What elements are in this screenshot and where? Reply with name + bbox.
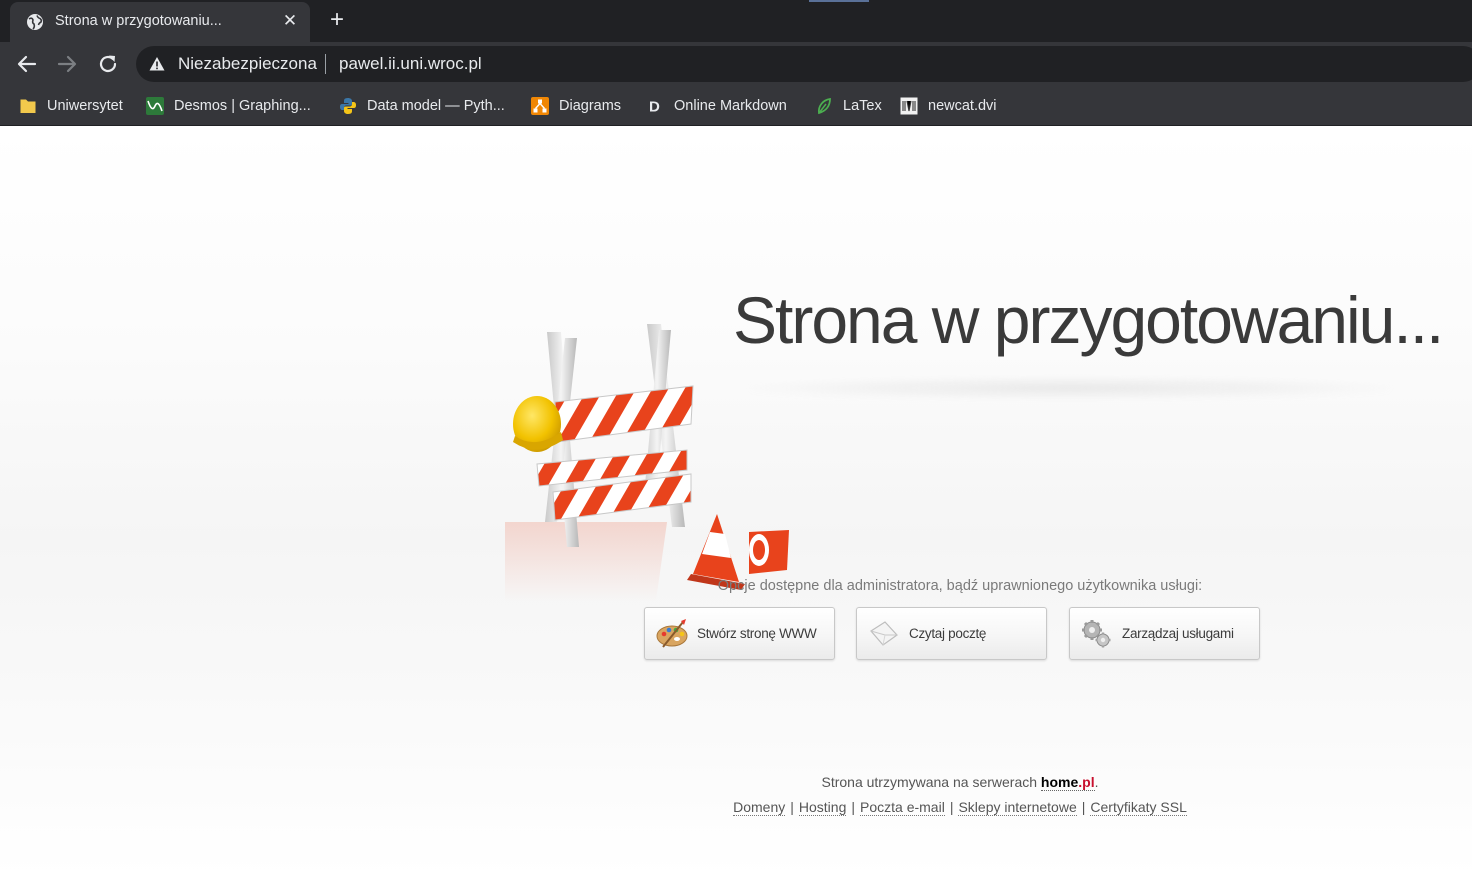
diagrams-icon: [531, 97, 549, 115]
warning-triangle-icon[interactable]: [149, 56, 165, 72]
gears-icon: [1082, 619, 1111, 647]
manage-services-label: Zarządzaj usługami: [1122, 626, 1234, 641]
svg-text:D: D: [649, 99, 660, 116]
bookmark-latex[interactable]: LaTex: [815, 96, 882, 116]
bookmark-label: LaTex: [843, 98, 882, 114]
bookmark-online-markdown[interactable]: D Online Markdown: [646, 96, 787, 116]
footer-links: Domeny | Hosting | Poczta e-mail | Sklepy inte…: [640, 799, 1280, 816]
markdown-d-icon: D: [649, 99, 660, 116]
bookmark-desmos[interactable]: Desmos | Graphing...: [146, 96, 311, 116]
footer-separator: |: [949, 799, 954, 815]
browser-toolbar: Niezabezpieczona pawel.ii.uni.wroc.pl: [0, 42, 1472, 86]
bookmarks-bar: Uniwersytet Desmos | Graphing... Data mo…: [0, 86, 1472, 126]
bookmark-label: Desmos | Graphing...: [174, 98, 311, 114]
footer-link-hosting[interactable]: Hosting: [798, 799, 847, 816]
document-icon: [900, 97, 918, 115]
brand-home: home: [1040, 774, 1079, 790]
back-arrow-icon[interactable]: [15, 52, 39, 76]
bookmark-label: Online Markdown: [674, 98, 787, 114]
forward-arrow-icon[interactable]: [55, 52, 79, 76]
python-icon: [340, 98, 356, 114]
bookmark-label: Data model — Pyth...: [367, 98, 505, 114]
tab-strip: Strona w przygotowaniu... ✕ +: [0, 0, 1472, 42]
globe-icon: [27, 14, 43, 30]
folder-icon: [20, 99, 36, 113]
omnibox-divider: [325, 54, 326, 74]
footer-link-ssl[interactable]: Certyfikaty SSL: [1090, 799, 1187, 816]
admin-options-label: Opcje dostępne dla administratora, bądź …: [717, 578, 1203, 594]
close-tab-icon[interactable]: ✕: [280, 11, 300, 31]
page-content: Strona w przygotowaniu... Opcje dostępne…: [0, 127, 1472, 877]
bookmark-newcat-dvi[interactable]: newcat.dvi: [900, 96, 997, 116]
title-reflection: [750, 377, 1390, 399]
new-tab-button[interactable]: +: [325, 8, 349, 32]
footer-link-poczta[interactable]: Poczta e-mail: [860, 799, 945, 816]
bookmark-label: Diagrams: [559, 98, 622, 114]
reload-icon[interactable]: [96, 52, 120, 76]
footer-separator: |: [1081, 799, 1086, 815]
browser-tab[interactable]: Strona w przygotowaniu... ✕: [10, 2, 310, 42]
bookmark-label: Uniwersytet: [47, 98, 123, 114]
manage-services-button[interactable]: Zarządzaj usługami: [1069, 607, 1260, 660]
envelope-icon: [870, 620, 898, 646]
home-pl-link[interactable]: home.pl: [1040, 774, 1095, 791]
desmos-icon: [146, 97, 164, 115]
palette-icon: [656, 618, 688, 648]
brand-pl: .pl: [1078, 774, 1095, 790]
hosting-notice-text: Strona utrzymywana na serwerach: [821, 774, 1041, 790]
page-title: Strona w przygotowaniu...: [733, 283, 1444, 357]
read-mail-button[interactable]: Czytaj pocztę: [856, 607, 1047, 660]
tab-strip-accent: [809, 0, 869, 2]
read-mail-label: Czytaj pocztę: [909, 626, 987, 641]
tab-title: Strona w przygotowaniu...: [55, 13, 222, 29]
bookmark-python-docs[interactable]: Data model — Pyth...: [339, 96, 505, 116]
address-bar[interactable]: Niezabezpieczona pawel.ii.uni.wroc.pl: [136, 46, 1472, 82]
footer-link-domeny[interactable]: Domeny: [733, 799, 786, 816]
bookmark-label: newcat.dvi: [928, 98, 997, 114]
url-text[interactable]: pawel.ii.uni.wroc.pl: [339, 54, 482, 74]
create-website-button[interactable]: Stwórz stronę WWW: [644, 607, 835, 660]
bookmark-uniwersytet[interactable]: Uniwersytet: [19, 96, 123, 116]
security-status-label[interactable]: Niezabezpieczona: [178, 54, 317, 74]
footer-link-sklepy[interactable]: Sklepy internetowe: [958, 799, 1077, 816]
hosting-notice: Strona utrzymywana na serwerach home.pl.: [640, 774, 1280, 791]
footer-separator: |: [790, 799, 794, 815]
leaf-icon: [817, 97, 831, 115]
bookmark-diagrams[interactable]: Diagrams: [531, 96, 621, 116]
hosting-notice-period: .: [1094, 774, 1099, 790]
footer-separator: |: [851, 799, 855, 815]
create-website-label: Stwórz stronę WWW: [697, 626, 817, 641]
